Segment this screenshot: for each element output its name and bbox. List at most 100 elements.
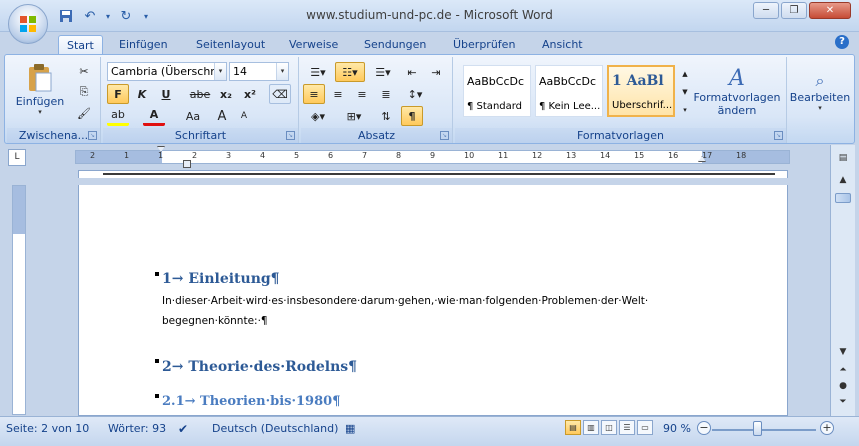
bold-button[interactable]: F <box>107 84 129 104</box>
font-size-combo[interactable]: 14 ▾ <box>229 62 289 81</box>
tab-selector-icon[interactable]: L <box>8 149 26 166</box>
word-count-status[interactable]: Wörter: 93 <box>108 422 166 435</box>
macro-record-icon[interactable]: ▦ <box>345 422 355 435</box>
heading-theorie-des-rodelns[interactable]: 2→ Theorie·des·Rodelns¶ <box>162 359 357 375</box>
superscript-button[interactable]: x² <box>239 84 261 104</box>
font-group-label: Schriftart ↘ <box>103 128 298 143</box>
tab-ueberpruefen[interactable]: Überprüfen <box>445 35 523 54</box>
document-page[interactable] <box>78 170 788 416</box>
scroll-thumb[interactable] <box>835 193 851 203</box>
tab-sendungen[interactable]: Sendungen <box>356 35 434 54</box>
change-case-button[interactable]: Aa <box>179 106 207 126</box>
page-count-status[interactable]: Seite: 2 von 10 <box>6 422 89 435</box>
clipboard-launcher-icon[interactable]: ↘ <box>88 131 97 140</box>
body-paragraph-line1[interactable]: In·dieser·Arbeit·wird·es·insbesondere·da… <box>162 295 648 307</box>
change-styles-button[interactable]: A Formatvorlagen ändern <box>693 61 780 121</box>
draft-view-icon[interactable]: ▭ <box>637 420 653 435</box>
multilevel-list-icon[interactable]: ☰▾ <box>369 62 397 82</box>
cut-icon[interactable]: ✂ <box>73 61 95 81</box>
keep-with-next-mark <box>155 359 159 363</box>
tab-verweise[interactable]: Verweise <box>281 35 346 54</box>
vertical-ruler[interactable] <box>12 185 26 415</box>
style-kein-leerraum[interactable]: AaBbCcDc ¶ Kein Lee... <box>535 65 603 117</box>
justify-icon[interactable]: ≣ <box>375 84 397 104</box>
styles-group-label: Formatvorlagen ↘ <box>455 128 786 143</box>
increase-indent-icon[interactable]: ⇥ <box>425 62 447 82</box>
office-button[interactable] <box>8 4 48 44</box>
heading-einleitung[interactable]: 1→ Einleitung¶ <box>162 271 280 287</box>
shrink-font-button[interactable]: A <box>233 106 255 126</box>
body-paragraph-line2[interactable]: begegnen·könnte:·¶ <box>162 315 268 327</box>
hanging-indent-marker[interactable] <box>183 160 191 168</box>
line-spacing-icon[interactable]: ↕▾ <box>401 84 429 104</box>
previous-page-icon[interactable]: ⏶ <box>835 363 851 377</box>
italic-button[interactable]: K <box>131 84 153 104</box>
paragraph-launcher-icon[interactable]: ↘ <box>440 131 449 140</box>
shading-icon[interactable]: ◈▾ <box>303 106 333 126</box>
tab-einfuegen[interactable]: Einfügen <box>111 35 176 54</box>
ruler-tick-label: 3 <box>226 151 232 160</box>
editing-button[interactable]: ⌕ Bearbeiten ▾ <box>790 61 850 121</box>
zoom-slider-track[interactable] <box>712 429 816 431</box>
show-formatting-marks-button[interactable]: ¶ <box>401 106 423 126</box>
strikethrough-button[interactable]: abe <box>189 84 211 104</box>
styles-launcher-icon[interactable]: ↘ <box>774 131 783 140</box>
ruler-tick-label: 5 <box>294 151 300 160</box>
ruler-tick-label: 9 <box>430 151 436 160</box>
restore-button[interactable]: ❐ <box>781 2 807 19</box>
scroll-up-icon[interactable]: ▲ <box>835 173 851 187</box>
tab-ansicht[interactable]: Ansicht <box>534 35 591 54</box>
ruler-toggle-icon[interactable]: ▤ <box>835 151 851 165</box>
minimize-button[interactable]: ─ <box>753 2 779 19</box>
paste-icon <box>29 63 52 91</box>
zoom-out-icon[interactable]: − <box>697 421 711 435</box>
styles-scroll-up-icon[interactable]: ▲ <box>679 65 691 82</box>
styles-scroll-down-icon[interactable]: ▼ <box>679 83 691 100</box>
close-button[interactable]: ✕ <box>809 2 851 19</box>
heading-theorien-bis-1980[interactable]: 2.1→ Theorien·bis·1980¶ <box>162 394 340 409</box>
underline-button[interactable]: U <box>155 84 177 104</box>
decrease-indent-icon[interactable]: ⇤ <box>401 62 423 82</box>
tab-seitenlayout[interactable]: Seitenlayout <box>188 35 273 54</box>
bullets-icon[interactable]: ☰▾ <box>303 62 333 82</box>
clipboard-group: Einfügen ▾ ✂ ⎘ 🖌 Zwischena... ↘ <box>7 57 101 143</box>
style-name: ¶ Standard <box>467 101 523 112</box>
paste-button[interactable]: Einfügen ▾ <box>15 61 65 117</box>
font-launcher-icon[interactable]: ↘ <box>286 131 295 140</box>
format-painter-icon[interactable]: 🖌 <box>73 103 95 123</box>
align-center-icon[interactable]: ≡ <box>327 84 349 104</box>
zoom-in-icon[interactable]: + <box>820 421 834 435</box>
browse-object-icon[interactable]: ● <box>835 379 851 393</box>
copy-icon[interactable]: ⎘ <box>73 82 95 102</box>
subscript-button[interactable]: x₂ <box>215 84 237 104</box>
zoom-slider-thumb[interactable] <box>753 421 762 436</box>
full-screen-reading-view-icon[interactable]: ▥ <box>583 420 599 435</box>
vertical-scrollbar[interactable]: ▤ ▲ ▼ ⏶ ● ⏷ <box>830 145 855 416</box>
scroll-down-icon[interactable]: ▼ <box>835 345 851 359</box>
font-color-button[interactable]: A <box>143 106 165 126</box>
style-ueberschrift[interactable]: 1 AaBl Überschrif... <box>607 65 675 117</box>
sort-icon[interactable]: ⇅ <box>375 106 397 126</box>
numbering-icon[interactable]: ☷▾ <box>335 62 365 82</box>
clear-formatting-icon[interactable]: ⌫ <box>269 84 291 104</box>
print-layout-view-icon[interactable]: ▤ <box>565 420 581 435</box>
window-controls: ─ ❐ ✕ <box>753 2 851 19</box>
zoom-level[interactable]: 90 % <box>663 422 691 435</box>
align-left-icon[interactable]: ≡ <box>303 84 325 104</box>
grow-font-button[interactable]: A <box>211 106 233 126</box>
tab-start[interactable]: Start <box>58 35 103 54</box>
next-page-icon[interactable]: ⏷ <box>835 395 851 409</box>
borders-icon[interactable]: ⊞▾ <box>339 106 369 126</box>
help-icon[interactable]: ? <box>835 35 849 49</box>
style-standard[interactable]: AaBbCcDc ¶ Standard <box>463 65 531 117</box>
styles-group: AaBbCcDc ¶ Standard AaBbCcDc ¶ Kein Lee.… <box>455 57 787 143</box>
font-family-combo[interactable]: Cambria (Überschrif ▾ <box>107 62 227 81</box>
styles-more-icon[interactable]: ▾ <box>679 101 691 118</box>
align-right-icon[interactable]: ≡ <box>351 84 373 104</box>
paste-label: Einfügen <box>15 94 65 108</box>
language-status[interactable]: Deutsch (Deutschland) <box>212 422 338 435</box>
web-layout-view-icon[interactable]: ◫ <box>601 420 617 435</box>
proofing-icon[interactable]: ✔ <box>178 422 188 436</box>
highlight-button[interactable]: ab <box>107 106 129 126</box>
outline-view-icon[interactable]: ☰ <box>619 420 635 435</box>
